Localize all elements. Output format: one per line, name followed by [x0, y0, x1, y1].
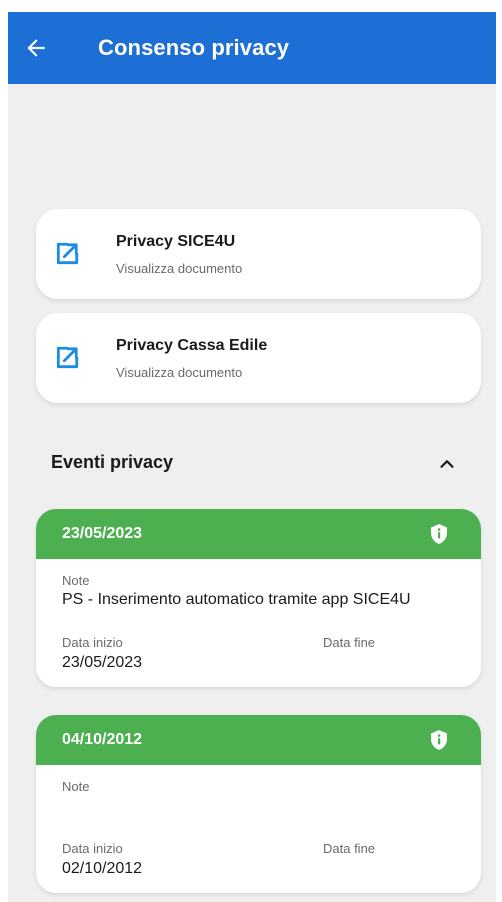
end-date-label: Data fine [323, 841, 376, 856]
document-card-privacy-sice4u[interactable]: Privacy SICE4U Visualizza documento [36, 209, 481, 299]
start-date-label: Data inizio [62, 635, 123, 650]
back-button[interactable] [18, 30, 54, 66]
end-date-label: Data fine [323, 635, 376, 650]
event-header: 23/05/2023 [36, 509, 481, 559]
shield-info-icon [431, 524, 447, 544]
app-bar: Consenso privacy [8, 12, 496, 84]
start-date-value: 02/10/2012 [62, 860, 143, 877]
note-value: PS - Inserimento automatico tramite app … [62, 591, 411, 608]
event-card[interactable]: 23/05/2023 Note PS - Inserimento automat… [36, 509, 481, 687]
shield-info-icon [431, 730, 447, 750]
arrow-left-icon [27, 39, 45, 57]
page-title: Consenso privacy [98, 35, 290, 60]
document-title: Privacy Cassa Edile [116, 337, 268, 354]
document-title: Privacy SICE4U [116, 233, 236, 250]
start-date-value: 23/05/2023 [62, 654, 143, 671]
chevron-up-icon [440, 460, 454, 468]
note-label: Note [62, 573, 90, 588]
event-card[interactable]: 04/10/2012 Note Data inizio 02/10/2012 D… [36, 715, 481, 893]
document-subtitle: Visualizza documento [116, 365, 243, 380]
collapse-button[interactable] [431, 448, 463, 480]
open-external-icon [56, 242, 79, 265]
document-card-privacy-cassa-edile[interactable]: Privacy Cassa Edile Visualizza documento [36, 313, 481, 403]
event-header: 04/10/2012 [36, 715, 481, 765]
document-subtitle: Visualizza documento [116, 261, 243, 276]
screen: Consenso privacy Privacy SICE4U Visualiz… [8, 12, 496, 902]
open-external-icon [56, 346, 79, 369]
event-date: 04/10/2012 [62, 731, 143, 748]
section-title-eventi-privacy: Eventi privacy [51, 452, 174, 472]
start-date-label: Data inizio [62, 841, 123, 856]
event-date: 23/05/2023 [62, 525, 143, 542]
note-label: Note [62, 779, 90, 794]
